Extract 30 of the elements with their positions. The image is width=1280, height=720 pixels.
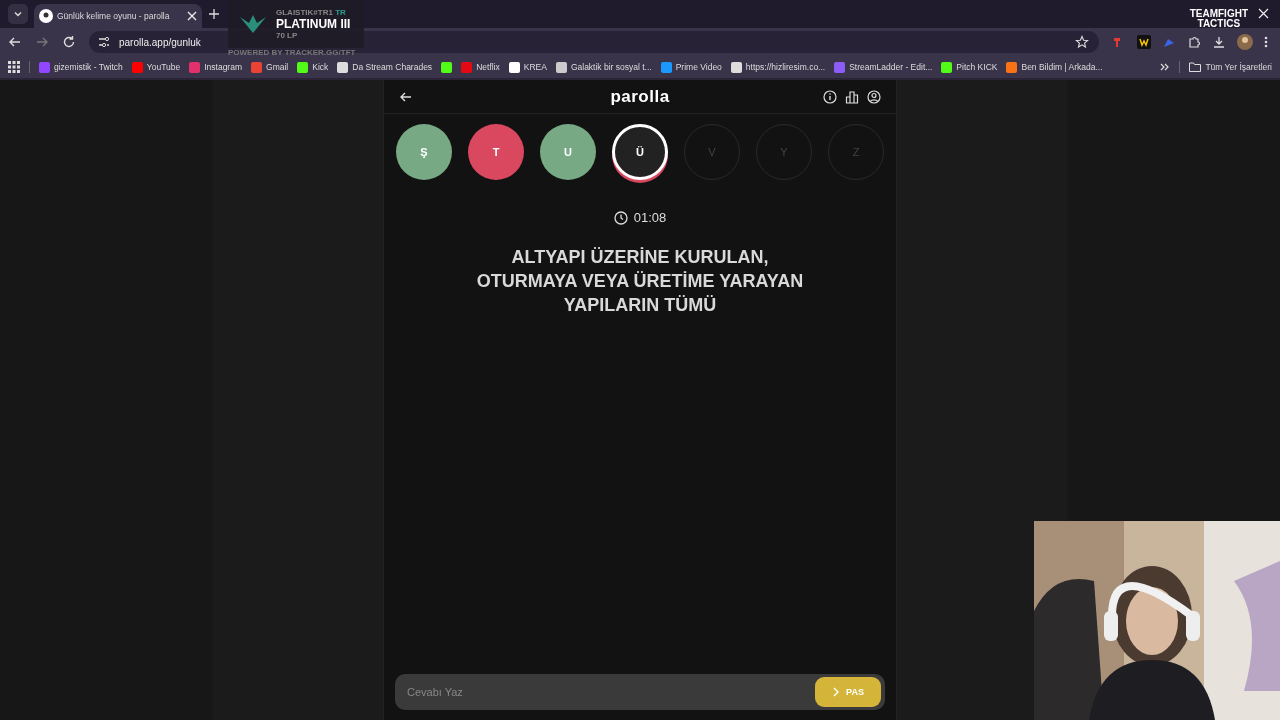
bookmark[interactable]: gizemistik - Twitch: [39, 61, 123, 73]
bookmark[interactable]: Galaktik bir sosyal t...: [555, 61, 652, 73]
lp-text: 70 LP: [276, 31, 299, 40]
browser-tab[interactable]: Günlük kelime oyunu - parolla: [34, 4, 202, 28]
player-name: GLAISTIK#TR1 TR: [276, 8, 347, 17]
bookmark[interactable]: Gmail: [251, 61, 289, 73]
bookmark[interactable]: Instagram: [189, 61, 242, 73]
bookmark[interactable]: Pitch KICK: [941, 61, 998, 73]
bookmark[interactable]: StreamLadder - Edit...: [834, 61, 933, 73]
bookmark[interactable]: Netflix: [461, 61, 500, 73]
bookmark[interactable]: KREA: [508, 61, 547, 73]
bookmark[interactable]: YouTube: [131, 61, 181, 73]
logo-text: TACTICS: [1197, 19, 1241, 29]
letter-circle: Ş: [396, 124, 452, 180]
rank-text: PLATINUM III: [276, 17, 351, 31]
question-text: ALTYAPI ÜZERİNE KURULAN,: [511, 246, 769, 269]
app-title: parolla: [610, 86, 670, 107]
letter-circle: Ü: [612, 124, 668, 180]
question-text: OTURMAYA VEYA ÜRETİME YARAYAN: [476, 270, 804, 293]
timer-text: 01:08: [633, 210, 667, 225]
bookmark[interactable]: Kick: [297, 61, 329, 73]
bookmark[interactable]: https://hizliresim.co...: [730, 61, 826, 73]
letter-circle: T: [468, 124, 524, 180]
letter-circle: U: [540, 124, 596, 180]
all-bookmarks-folder[interactable]: Tüm Yer İşaretleri: [1189, 62, 1272, 72]
bookmark[interactable]: Prime Video: [660, 61, 722, 73]
bookmark[interactable]: Ben Bildim | Arkada...: [1006, 61, 1103, 73]
logo-text: TEAMFIGHT: [1189, 9, 1248, 19]
bookmark[interactable]: Da Stream Charades: [337, 61, 433, 73]
question-text: YAPILARIN TÜMÜ: [563, 294, 717, 317]
